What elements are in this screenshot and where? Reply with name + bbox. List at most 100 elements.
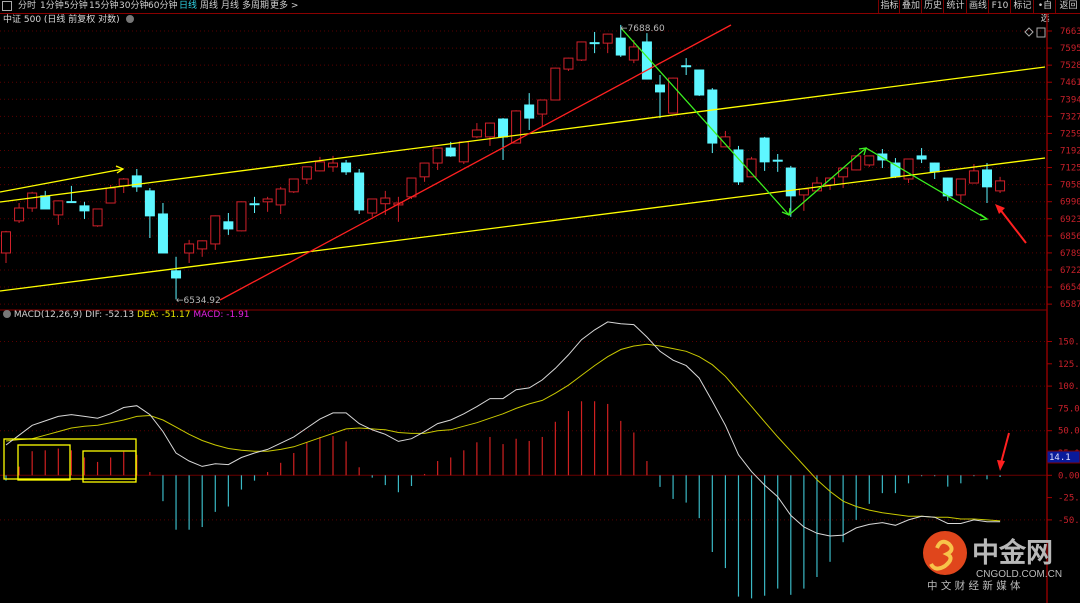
candle-body [772, 159, 783, 162]
candle-up [262, 196, 273, 212]
candle-up [14, 203, 25, 223]
price-tick-label: 7327 [1060, 112, 1080, 122]
macd-tick-label: -25.00 [1058, 494, 1080, 504]
candle-down [655, 75, 665, 119]
candle-body [236, 201, 247, 232]
macd-name: MACD(12,26,9) [13, 310, 83, 320]
candle-up [92, 208, 103, 227]
candle-body [53, 200, 64, 216]
logo-domain: CNGOLD.COM.CN [976, 569, 1062, 580]
candle-body [301, 166, 312, 180]
channel-lower-line [0, 157, 1046, 292]
candle-body [184, 243, 195, 254]
candle-body [341, 162, 352, 173]
candle-up [550, 67, 561, 101]
candle-up [314, 156, 325, 172]
candle-up [563, 57, 574, 71]
candle-down [40, 190, 51, 210]
candle-down [498, 118, 509, 160]
macd-red-arrow [1000, 432, 1010, 464]
candle-up [484, 122, 495, 146]
candle-up [471, 123, 482, 139]
current-macd-marker-label: 14.1 [1049, 453, 1071, 463]
diamond-icon[interactable] [1024, 27, 1034, 37]
chart-canvas[interactable]: 7663 7595 7528 7461 7394 7327 7259 7192 7125 7058… [0, 0, 1080, 603]
candle-body [171, 270, 182, 279]
candle-down [733, 145, 744, 185]
price-tick-label: 6587 [1060, 300, 1080, 310]
logo-name: 中金网 [972, 537, 1053, 569]
candle-body [92, 208, 103, 227]
price-tick-label: 7528 [1060, 61, 1080, 71]
cngold-logo: 中金网 CNGOLD.COM.CN 中 文 财 经 新 媒 体 [923, 531, 1062, 592]
price-tick-label: 7259 [1060, 129, 1080, 139]
macd-value: MACD: -1.91 [193, 310, 250, 320]
candle-body [40, 195, 51, 210]
candle-up [288, 178, 299, 194]
macd-highlight-box [17, 444, 71, 481]
candle-body [27, 192, 38, 209]
candle-down [223, 213, 234, 235]
candle-up [864, 155, 875, 167]
price-tick-label: 6923 [1060, 215, 1080, 225]
candle-body [589, 42, 600, 45]
candle-body [628, 46, 639, 61]
candle-body [498, 118, 509, 138]
macd-tick-label: 75.00 [1058, 404, 1080, 414]
price-tick-label: 6990 [1060, 198, 1080, 208]
candle-body [197, 240, 208, 250]
candle-body [144, 190, 155, 217]
candle-down [354, 168, 365, 214]
macd-red-arrowhead-icon [997, 460, 1005, 471]
candle-body [275, 188, 286, 206]
dif-value: DIF: -52.13 [85, 310, 135, 320]
red-arrow [998, 207, 1027, 244]
price-tick-label: 6789 [1060, 249, 1080, 259]
candle-down [589, 31, 600, 54]
candle-body [955, 178, 966, 196]
macd-grid [0, 341, 1047, 521]
drawing-annotations [0, 24, 1046, 483]
candle-body [838, 167, 849, 178]
candle-body [458, 141, 469, 163]
candle-body [615, 37, 626, 56]
candle-body [288, 178, 299, 193]
candle-body [157, 213, 168, 254]
candle-body [118, 178, 129, 187]
price-tick-label: 6722 [1060, 266, 1080, 276]
macd-tick-label: 125.0 [1058, 360, 1080, 370]
candle-down [341, 159, 352, 175]
candle-body [681, 65, 692, 68]
candle-up [197, 240, 208, 257]
candle-down [66, 185, 77, 204]
candle-up [419, 162, 430, 182]
candle-body [210, 215, 221, 245]
candle-down [694, 69, 705, 96]
candle-body [576, 41, 587, 61]
candle-up [53, 200, 64, 225]
candle-body [328, 162, 338, 168]
price-tick-label: 7461 [1060, 78, 1080, 88]
candle-body [314, 161, 325, 172]
candle-up [236, 201, 247, 232]
settings-icon[interactable] [3, 310, 11, 318]
panel-icon[interactable] [1036, 27, 1046, 38]
candle-up [27, 191, 38, 212]
candle-body [445, 147, 456, 157]
candle-body [982, 169, 992, 188]
candle-body [563, 57, 574, 70]
logo-slogan: 中 文 财 经 新 媒 体 [927, 579, 1021, 592]
price-tick-label: 7125 [1060, 164, 1080, 174]
candle-body [929, 162, 940, 173]
macd-tick-label: 50.00 [1058, 427, 1080, 437]
candle-body [66, 201, 77, 204]
candle-down [772, 154, 783, 172]
candle-up [432, 147, 443, 170]
candle-body [406, 177, 417, 198]
candle-body [694, 69, 705, 96]
candle-down [707, 88, 718, 154]
candle-down [144, 188, 155, 238]
candlestick-series [1, 24, 1006, 300]
candle-body [851, 155, 862, 171]
candle-up [184, 239, 195, 263]
